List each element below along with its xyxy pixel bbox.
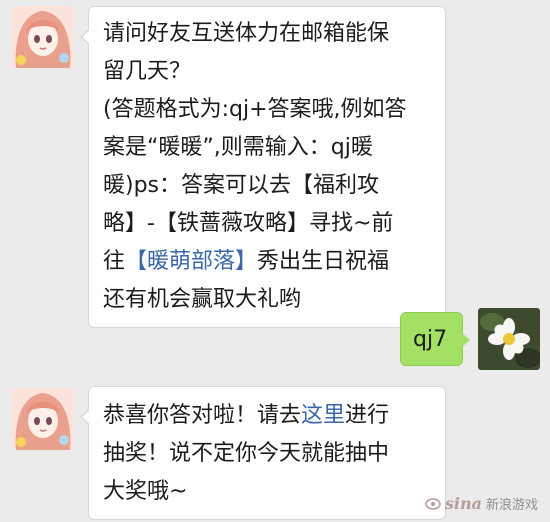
message-link[interactable]: 【暖萌部落】 xyxy=(125,249,257,274)
message-text-segment: 大奖哦~ xyxy=(103,479,188,504)
message-text-segment: 秀出生日祝福 xyxy=(257,249,390,274)
message-text-segment: 往 xyxy=(103,249,126,274)
message-text-segment: 略】-【铁蔷薇攻略】寻找~前 xyxy=(103,211,394,236)
watermark-brand: sina xyxy=(444,493,482,513)
message-line: 留几天？ xyxy=(103,53,433,91)
sina-games-watermark: sina 新浪游戏 xyxy=(425,490,538,516)
message-line: 略】-【铁蔷薇攻略】寻找~前 xyxy=(103,205,433,243)
message-text-segment: 请问好友互送体力在邮箱能保 xyxy=(103,21,390,46)
message-text-segment: 抽奖！说不定你今天就能抽中 xyxy=(103,441,390,466)
message-line: 大奖哦~ xyxy=(103,473,433,511)
bot-avatar[interactable] xyxy=(12,6,74,68)
message-text-segment: 暖)ps：答案可以去【福利攻 xyxy=(103,173,380,198)
bot-avatar[interactable] xyxy=(12,388,74,450)
message-line: 请问好友互送体力在邮箱能保 xyxy=(103,15,433,53)
white-flower-avatar-icon xyxy=(478,308,540,370)
message-line: 往【暖萌部落】秀出生日祝福 xyxy=(103,243,433,281)
message-text-segment: 案是“暖暖”,则需输入：qj暖 xyxy=(103,135,373,160)
watermark-label: 新浪游戏 xyxy=(485,497,538,513)
message-link[interactable]: 这里 xyxy=(301,403,345,428)
sina-eye-logo-icon xyxy=(425,498,441,510)
message-text-segment: 留几天？ xyxy=(103,59,192,84)
incoming-message-bubble[interactable]: 请问好友互送体力在邮箱能保 留几天？ (答题格式为:qj+答案哦,例如答 案是“暖暖”… xyxy=(80,6,446,328)
message-text: 恭喜你答对啦！请去这里进行抽奖！说不定你今天就能抽中 大奖哦~ xyxy=(103,397,433,511)
message-text-segment: 进行 xyxy=(345,403,390,428)
outgoing-message-bubble[interactable]: qj7 xyxy=(400,312,470,367)
message-text: qj7 xyxy=(413,313,462,367)
message-text-segment: 恭喜你答对啦！请去 xyxy=(103,403,302,428)
message-line: qj7 xyxy=(413,313,462,367)
message-line: 抽奖！说不定你今天就能抽中 xyxy=(103,435,433,473)
message-line: 案是“暖暖”,则需输入：qj暖 xyxy=(103,129,433,167)
message-line: (答题格式为:qj+答案哦,例如答 xyxy=(103,91,433,129)
incoming-message-bubble[interactable]: 恭喜你答对啦！请去这里进行抽奖！说不定你今天就能抽中 大奖哦~ xyxy=(80,386,446,520)
message-text-segment: qj7 xyxy=(413,327,448,352)
anime-girl-avatar-icon xyxy=(12,6,74,68)
message-line: 恭喜你答对啦！请去这里进行 xyxy=(103,397,433,435)
message-text: 请问好友互送体力在邮箱能保 留几天？ (答题格式为:qj+答案哦,例如答 案是“暖暖”… xyxy=(103,15,433,319)
anime-girl-avatar-icon xyxy=(12,388,74,450)
message-text-segment: 还有机会赢取大礼哟 xyxy=(103,287,302,312)
message-line: 还有机会赢取大礼哟 xyxy=(103,281,433,319)
user-avatar[interactable] xyxy=(478,308,540,370)
message-text-segment: (答题格式为:qj+答案哦,例如答 xyxy=(103,97,407,122)
message-line: 暖)ps：答案可以去【福利攻 xyxy=(103,167,433,205)
